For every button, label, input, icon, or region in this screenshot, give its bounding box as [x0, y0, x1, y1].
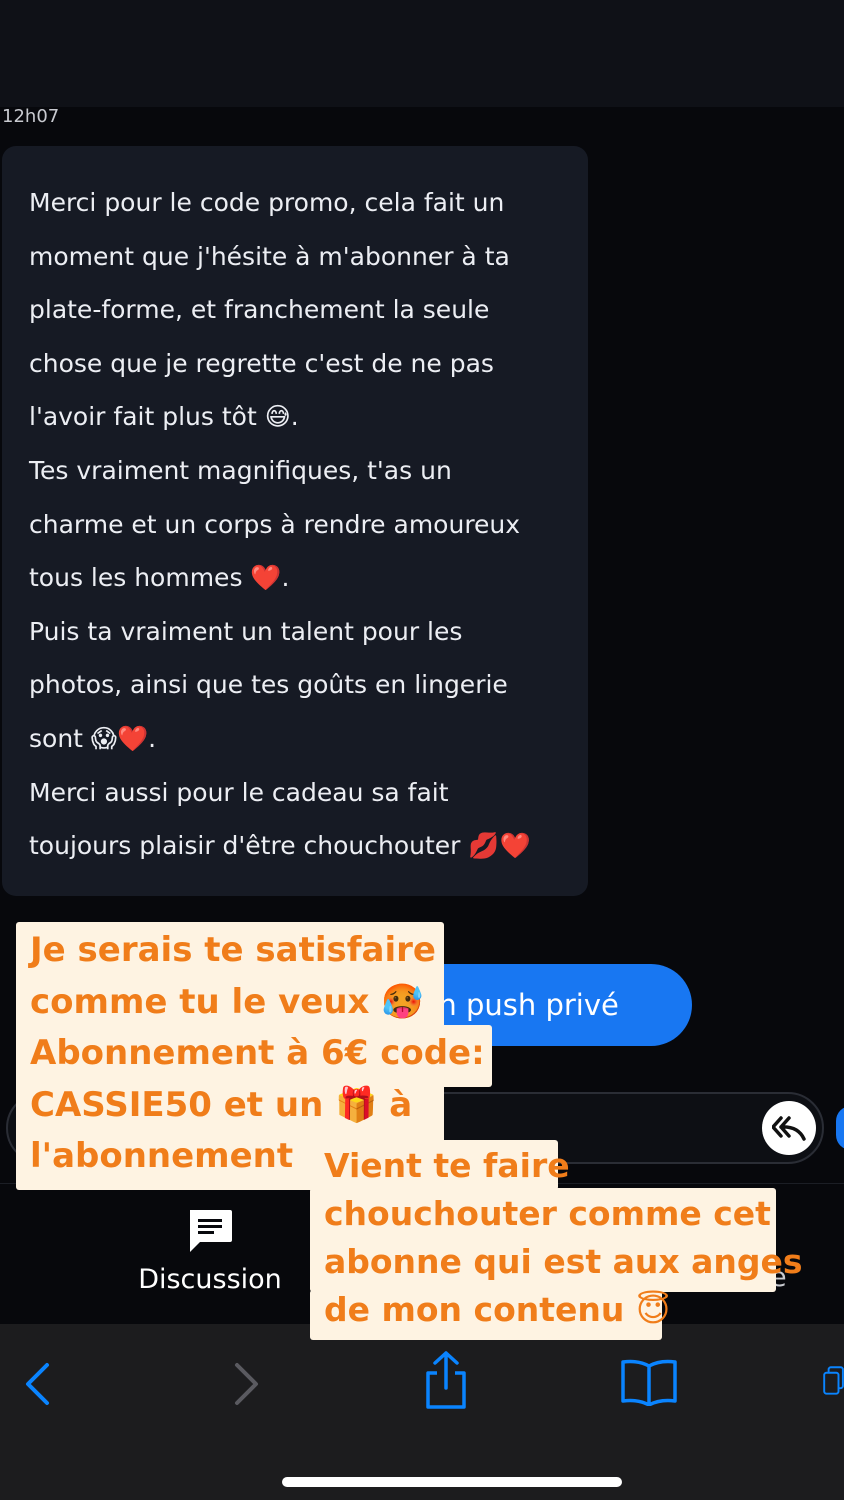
message-line: Merci pour le code promo, cela fait un — [29, 188, 505, 217]
message-line: toujours plaisir d'être chouchouter 💋❤️ — [29, 831, 531, 861]
back-arrow-icon — [26, 1363, 49, 1405]
message-line: chose que je regrette c'est de ne pas — [29, 348, 494, 378]
bookmarks-button[interactable] — [620, 1357, 678, 1407]
caption-line: Vient te faire — [324, 1146, 570, 1185]
message-line: charme et un corps à rendre amoureux — [29, 509, 521, 539]
send-button-edge[interactable] — [836, 1106, 844, 1150]
caption-line: chouchouter comme cet — [324, 1194, 771, 1233]
caption-line: de mon contenu 😇 — [324, 1290, 671, 1329]
tab-discussion-label: Discussion — [138, 1264, 282, 1295]
chat-bubble-icon — [190, 1210, 232, 1252]
caption-line: Je serais te satisfaire — [30, 930, 436, 970]
tabs-icon — [823, 1366, 844, 1395]
caption-line: comme tu le veux 🥵 — [30, 981, 424, 1022]
reply-all-icon — [772, 1116, 806, 1141]
message-line: Tes vraiment magnifiques, t'as un — [29, 455, 452, 485]
message-line: tous les hommes ❤️. — [29, 563, 290, 593]
forward-button[interactable] — [226, 1358, 266, 1410]
caption-overlay-2: Vient te faire chouchouter comme cet abo… — [324, 1142, 803, 1334]
back-button[interactable] — [18, 1358, 58, 1410]
message-line: Puis ta vraiment un talent pour les — [29, 616, 463, 646]
caption-line: Abonnement à 6€ code: — [30, 1033, 485, 1073]
bookmarks-icon — [621, 1359, 677, 1406]
forward-arrow-icon — [235, 1363, 258, 1405]
home-indicator — [282, 1477, 622, 1487]
message-line: photos, ainsi que tes goûts en lingerie — [29, 670, 508, 700]
received-message-bubble: Merci pour le code promo, cela fait un m… — [2, 146, 588, 896]
caption-line: abonne qui est aux anges — [324, 1242, 803, 1281]
caption-line: CASSIE50 et un 🎁 à — [30, 1084, 413, 1125]
message-line: moment que j'hésite à m'abonner à ta — [29, 241, 510, 271]
message-line: Merci aussi pour le cadeau sa fait — [29, 777, 449, 807]
message-line: plate-forme, et franchement la seule — [29, 295, 490, 325]
tab-discussion[interactable]: Discussion — [110, 1208, 310, 1308]
share-button[interactable] — [420, 1350, 472, 1410]
message-line: l'avoir fait plus tôt 😅. — [29, 402, 299, 432]
tabs-button[interactable] — [822, 1353, 844, 1409]
share-icon — [426, 1351, 466, 1409]
status-bar — [0, 0, 844, 107]
message-timestamp: 12h07 — [2, 106, 60, 127]
message-line: sont 😱❤️. — [29, 723, 157, 753]
